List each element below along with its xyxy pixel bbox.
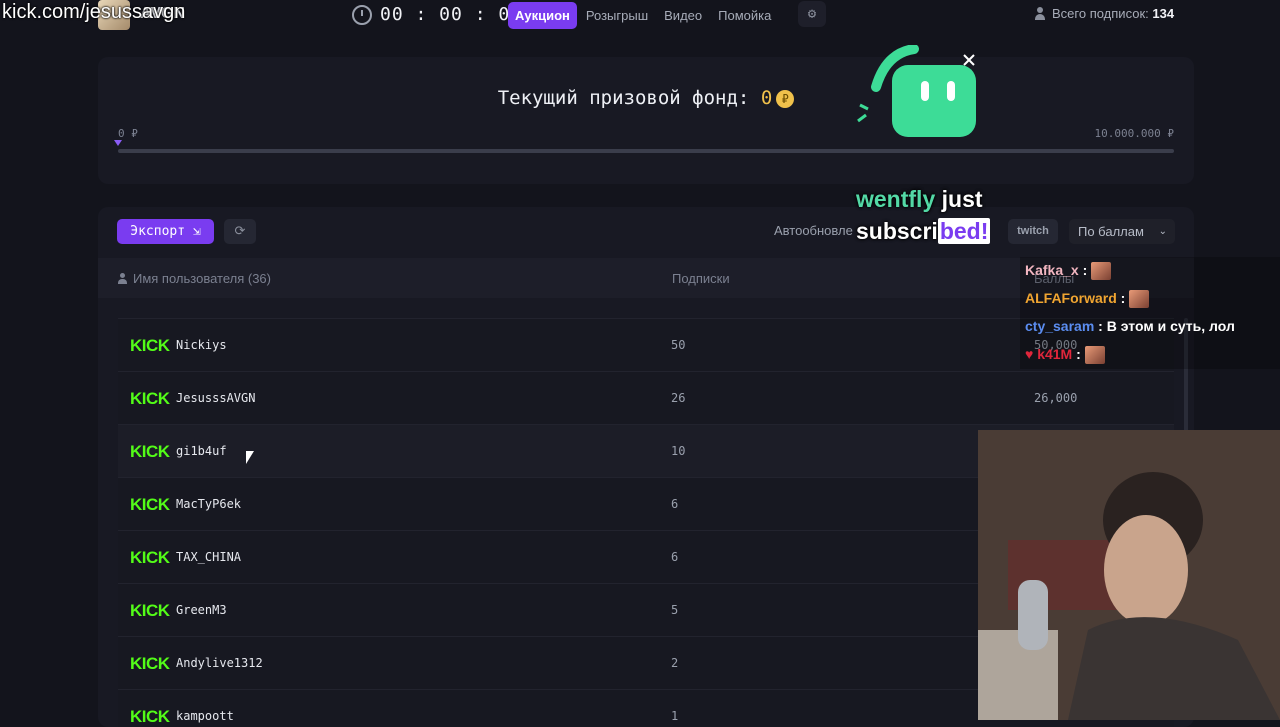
chat-text: В этом и суть, лол (1106, 318, 1235, 334)
sort-select[interactable]: По баллам ⌄ (1069, 219, 1175, 244)
settings-button[interactable]: ⚙ (798, 1, 826, 27)
username: TAX_CHINA (176, 550, 242, 564)
export-label: Экспорт (130, 224, 186, 239)
username: Andylive1312 (176, 656, 263, 670)
mouse-cursor-icon (246, 451, 254, 464)
username: gi1b4uf (176, 444, 227, 458)
sub-count: 26 (671, 391, 686, 405)
sub-count: 2 (671, 656, 679, 670)
coin-icon: ₽ (776, 89, 795, 108)
col-user-label: Имя пользователя (36) (133, 271, 271, 286)
username: MacTyP6ek (176, 497, 242, 511)
heart-badge-icon: ♥ (1025, 346, 1038, 362)
gear-icon: ⚙ (807, 6, 817, 22)
table-row[interactable]: KICK Nickiys 50 50,000 (118, 318, 1174, 371)
kick-logo-icon: KICK (130, 654, 170, 673)
table-row[interactable]: KICK JesusssAVGN 26 26,000 (118, 371, 1174, 424)
prize-title: Текущий призовой фонд: 0 ₽ (98, 87, 1194, 109)
alert-just: just (941, 186, 983, 212)
kick-logo-icon: KICK (130, 442, 170, 461)
subs-total: Всего подписок: 134 (1052, 6, 1174, 21)
top-header: AVGN kick.com/jesussavgn 00 : 00 : 00 Ау… (0, 0, 1280, 30)
tab-trash[interactable]: Помойка (711, 2, 778, 29)
export-icon: ⇲ (192, 224, 201, 239)
progress-bar (118, 149, 1174, 153)
kick-logo-icon: KICK (130, 548, 170, 567)
refresh-icon: ⟳ (234, 224, 246, 239)
chat-overlay: Kafka_x : ALFAForward : cty_saram : В эт… (1020, 257, 1280, 369)
main-nav: Аукцион Розыгрыш Видео Помойка (508, 2, 780, 29)
emote-icon (1129, 290, 1150, 309)
chat-user: ALFAForward (1025, 290, 1117, 306)
tab-giveaway[interactable]: Розыгрыш (579, 2, 655, 29)
alert-subscribed-b: bed! (937, 218, 991, 244)
prize-value: 0 (760, 87, 773, 109)
chat-message: ALFAForward : (1020, 285, 1280, 313)
sub-count: 50 (671, 338, 686, 352)
progress-marker (114, 140, 122, 146)
sub-count: 5 (671, 603, 679, 617)
chat-user: k41M (1037, 346, 1073, 362)
tab-auction[interactable]: Аукцион (508, 2, 577, 29)
kick-logo-icon: KICK (130, 389, 170, 408)
alert-subscribed-a: subscri (856, 218, 938, 244)
username: JesusssAVGN (176, 391, 256, 405)
kick-logo-icon: KICK (130, 707, 170, 726)
twitch-filter-button[interactable]: twitch (1008, 219, 1058, 244)
sub-count: 10 (671, 444, 686, 458)
chevron-down-icon: ⌄ (1158, 226, 1167, 237)
chat-user: cty_saram (1025, 318, 1095, 334)
emote-icon (1084, 346, 1105, 365)
progress-min-label: 0 ₽ (118, 127, 138, 140)
webcam-image (978, 430, 1280, 720)
chat-message: ♥ k41M : (1020, 341, 1280, 369)
points: 26,000 (1034, 391, 1078, 405)
chat-message: cty_saram : В этом и суть, лол (1020, 313, 1280, 341)
auto-refresh-label[interactable]: Автообновле (774, 223, 853, 238)
subscription-alert: wentfly just subscribed! (856, 183, 991, 247)
export-button[interactable]: Экспорт ⇲ (117, 219, 214, 244)
col-subs[interactable]: Подписки (672, 271, 730, 286)
clock-icon (352, 5, 372, 25)
user-icon (118, 273, 127, 284)
alert-username: wentfly (856, 186, 936, 212)
prize-title-label: Текущий призовой фонд: (497, 87, 750, 109)
sub-count: 6 (671, 497, 679, 511)
webcam-overlay (978, 430, 1280, 720)
emote-icon (1091, 262, 1112, 281)
auction-timer[interactable]: 00 : 00 : 00 (380, 4, 522, 25)
user-icon (1035, 7, 1045, 20)
tab-video[interactable]: Видео (657, 2, 709, 29)
subs-total-label: Всего подписок: (1052, 6, 1149, 21)
sort-select-value: По баллам (1078, 224, 1144, 239)
sub-count: 6 (671, 550, 679, 564)
kick-logo-icon: KICK (130, 495, 170, 514)
chat-message: Kafka_x : (1020, 257, 1280, 285)
kick-logo-icon: KICK (130, 336, 170, 355)
progress-max-label: 10.000.000 ₽ (1094, 127, 1174, 140)
subs-total-value: 134 (1152, 6, 1175, 21)
prize-fund-panel: Текущий призовой фонд: 0 ₽ 0 ₽ 10.000.000… (98, 57, 1194, 184)
kick-logo-icon: KICK (130, 601, 170, 620)
username: Nickiys (176, 338, 227, 352)
refresh-button[interactable]: ⟳ (224, 219, 256, 244)
username: kampoott (176, 709, 234, 723)
mascot-logo-icon (857, 45, 976, 137)
username: GreenM3 (176, 603, 227, 617)
chat-user: Kafka_x (1025, 262, 1079, 278)
stream-url-overlay: kick.com/jesussavgn (2, 1, 186, 23)
sub-count: 1 (671, 709, 679, 723)
col-user[interactable]: Имя пользователя (36) (118, 271, 271, 286)
